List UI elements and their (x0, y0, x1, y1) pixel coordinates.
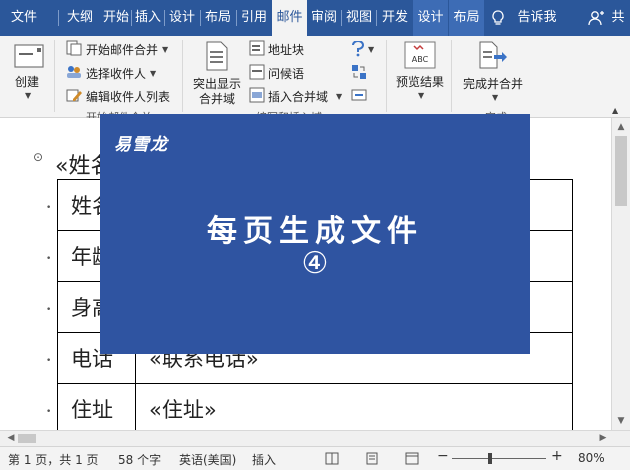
highlight-merge-fields-label: 合并域 (199, 92, 236, 106)
print-layout-icon[interactable] (365, 452, 379, 465)
read-mode-icon[interactable] (325, 452, 339, 465)
create-button[interactable]: 创建 (15, 73, 39, 90)
edit-recipient-list-button[interactable]: 编辑收件人列表 (86, 88, 170, 105)
preview-icon-text: ABC (412, 55, 429, 64)
zoom-in-icon[interactable]: + (551, 448, 563, 464)
tab-outline[interactable]: 大纲 (59, 0, 101, 36)
tab-design[interactable]: 设计 (165, 0, 199, 36)
tab-developer[interactable]: 开发 (377, 0, 413, 36)
tab-layout[interactable]: 布局 (201, 0, 235, 36)
share-button[interactable]: 共 (607, 0, 629, 36)
chevron-down-icon: ▼ (418, 91, 425, 100)
chevron-down-icon: ▼ (492, 93, 499, 102)
start-merge-icon (66, 40, 82, 56)
tab-table-design[interactable]: 设计 (413, 0, 448, 36)
select-recipients-button[interactable]: 选择收件人 (86, 65, 146, 82)
ribbon-tab-bar: 文件 大纲 开始 插入 设计 布局 引用 邮件 审阅 视图 开发 设计 布局 告… (0, 0, 630, 36)
chevron-down-icon: ▼ (336, 92, 343, 101)
start-mail-merge-button[interactable]: 开始邮件合并 (86, 41, 158, 58)
update-labels-icon[interactable] (351, 87, 367, 103)
ribbon: 创建 ▼ 开始邮件合并 ▼ 选择收件人 ▼ 编辑收件人列表 突出显示 合并域 地… (0, 36, 630, 124)
scroll-right-icon[interactable]: ▶ (596, 431, 610, 445)
group-separator (182, 40, 183, 112)
preview-results-icon: ABC (404, 41, 436, 69)
greeting-line-button[interactable]: 问候语 (268, 65, 304, 82)
group-separator (54, 40, 55, 112)
edit-list-icon (66, 89, 82, 102)
zoom-slider[interactable] (452, 458, 546, 459)
word-count[interactable]: 58 个字 (118, 451, 161, 468)
tab-references[interactable]: 引用 (237, 0, 271, 36)
rules-icon[interactable] (351, 41, 365, 57)
table-cell-value[interactable]: «住址» (135, 383, 573, 430)
web-layout-icon[interactable] (405, 452, 419, 465)
address-block-icon (249, 40, 265, 56)
row-marker: • (46, 305, 52, 315)
chevron-down-icon: ▼ (162, 45, 169, 54)
chevron-down-icon: ▼ (150, 69, 157, 78)
horizontal-scrollbar[interactable]: ◀ ▶ (0, 430, 630, 446)
title-overlay: 易雪龙 每页生成文件 ④ (100, 114, 530, 354)
preview-results-button[interactable]: 预览结果 (396, 73, 444, 90)
address-block-button[interactable]: 地址块 (268, 41, 304, 58)
table-row: 住址 «住址» (57, 383, 573, 430)
select-recipients-icon (67, 66, 81, 78)
brand-logo: 易雪龙 (114, 135, 168, 155)
insert-mode-indicator[interactable]: 插入 (252, 451, 276, 468)
tab-view[interactable]: 视图 (342, 0, 376, 36)
tab-mailings[interactable]: 邮件 (272, 0, 307, 36)
zoom-level[interactable]: 80% (578, 451, 605, 465)
zoom-slider-thumb[interactable] (488, 453, 492, 464)
tell-me-search[interactable]: 告诉我 (512, 0, 562, 36)
tab-file[interactable]: 文件 (0, 0, 48, 36)
scroll-left-icon[interactable]: ◀ (4, 431, 18, 445)
finish-merge-icon (479, 41, 507, 69)
scroll-thumb[interactable] (18, 434, 36, 443)
scroll-thumb[interactable] (615, 136, 627, 206)
envelope-icon (14, 44, 44, 68)
page-count[interactable]: 第 1 页，共 1 页 (8, 451, 99, 468)
language-indicator[interactable]: 英语(美国) (179, 451, 236, 468)
row-marker: • (46, 356, 52, 366)
insert-merge-field-button[interactable]: 插入合并域 (268, 88, 328, 105)
scroll-up-icon[interactable]: ▲ (614, 120, 628, 134)
tab-insert[interactable]: 插入 (132, 0, 164, 36)
status-bar: 第 1 页，共 1 页 58 个字 英语(美国) 插入 − + 80% (0, 446, 630, 470)
row-marker: • (46, 254, 52, 264)
collapse-ribbon-icon[interactable]: ▲ (612, 106, 618, 115)
overlay-title: 每页生成文件 (207, 214, 423, 249)
insert-merge-field-icon (249, 87, 265, 103)
group-separator (386, 40, 387, 112)
share-person-icon[interactable] (588, 10, 604, 26)
chevron-down-icon: ▼ (25, 91, 32, 100)
row-marker: • (46, 203, 52, 213)
match-fields-icon[interactable] (351, 64, 367, 80)
zoom-out-icon[interactable]: − (437, 448, 449, 464)
overlay-step-number: ④ (301, 246, 329, 281)
chevron-down-icon: ▼ (368, 45, 375, 54)
scroll-down-icon[interactable]: ▼ (614, 414, 628, 428)
vertical-scrollbar[interactable]: ▲ ▼ (611, 118, 630, 430)
paragraph-handle-icon[interactable]: ⊙ (33, 150, 43, 164)
highlight-fields-icon (206, 41, 228, 71)
group-separator (451, 40, 452, 112)
table-cell-label[interactable]: 住址 (57, 383, 136, 430)
greeting-line-icon (249, 64, 265, 80)
finish-and-merge-button[interactable]: 完成并合并 (463, 75, 523, 92)
lightbulb-icon (492, 10, 504, 25)
tab-home[interactable]: 开始 (101, 0, 131, 36)
row-marker: • (46, 407, 52, 417)
tab-review[interactable]: 审阅 (307, 0, 341, 36)
tab-table-layout[interactable]: 布局 (449, 0, 484, 36)
